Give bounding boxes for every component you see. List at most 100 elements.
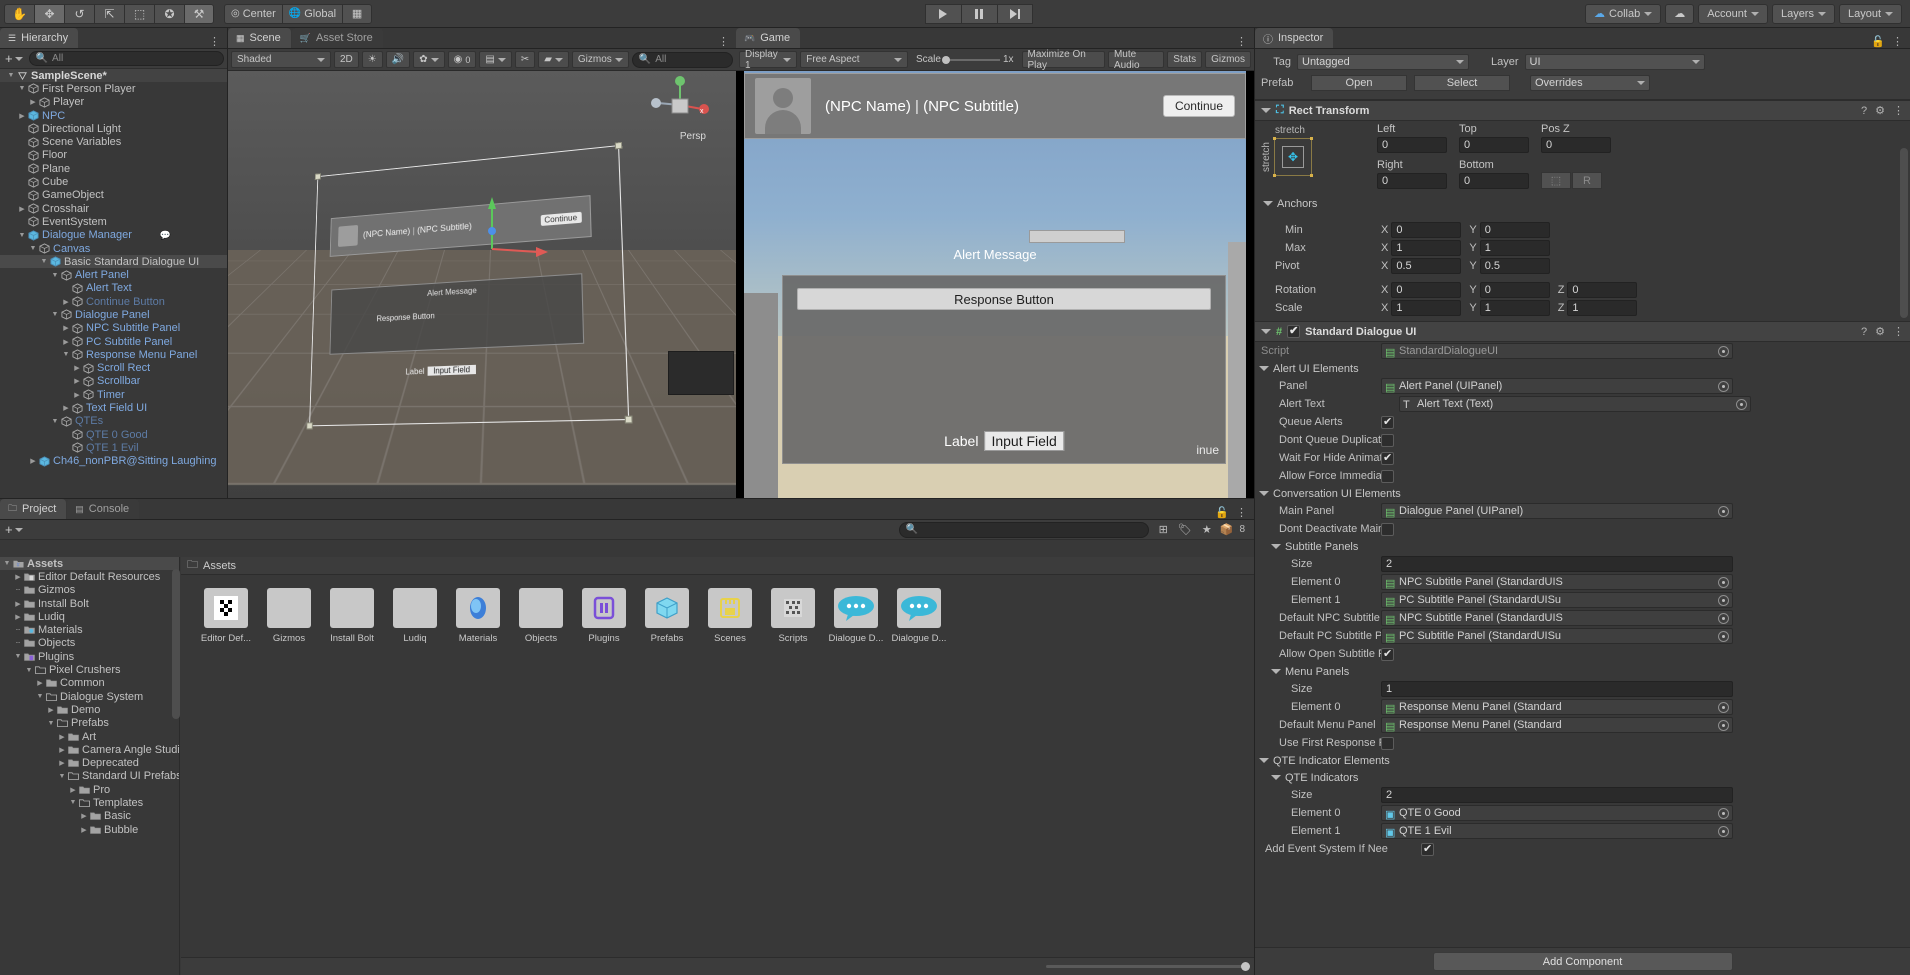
hierarchy-tree[interactable]: ▼ SampleScene* ▼ First Person Player ▶ Player… — [0, 69, 227, 498]
expand-arrow-icon[interactable]: ▼ — [50, 418, 60, 425]
expand-arrow-icon[interactable]: ▼ — [6, 72, 16, 79]
use-first-checkbox[interactable] — [1381, 736, 1394, 750]
lock-icon[interactable]: 🔓 — [1215, 506, 1229, 519]
scale-y[interactable]: 1 — [1479, 300, 1550, 316]
lock-icon[interactable]: 🔓 — [1871, 35, 1885, 48]
filter-by-label-icon[interactable]: 🏷 — [1178, 523, 1192, 536]
hierarchy-item-npc[interactable]: ▶ NPC — [0, 109, 227, 122]
hierarchy-item-dialogue-panel[interactable]: ▼ Dialogue Panel — [0, 308, 227, 321]
audio-toggle[interactable]: 🔊 — [385, 51, 411, 68]
hierarchy-item-cube[interactable]: Cube — [0, 175, 227, 188]
asset-item[interactable]: Objects — [510, 588, 572, 957]
move-gizmo[interactable] — [478, 189, 558, 269]
game-gizmos-button[interactable]: Gizmos — [1205, 51, 1251, 68]
kebab-menu-icon[interactable]: ⋮ — [1236, 35, 1247, 48]
tab-scene[interactable]: ▦ Scene — [228, 28, 291, 48]
project-tree-item-plugins[interactable]: ▼ Plugins — [0, 650, 179, 663]
project-tree-item-prefabs[interactable]: ▼ Prefabs — [0, 717, 179, 730]
tree-arrow-icon[interactable]: ▶ — [79, 826, 89, 834]
scene-viewport[interactable]: x Persp (NPC Name) | (NPC Subtitle) Cont… — [228, 71, 736, 498]
qte-indicator-elements-foldout[interactable]: QTE Indicator Elements — [1255, 752, 1910, 769]
anchor-min-x[interactable]: 0 — [1391, 222, 1462, 238]
hierarchy-item-directional-light[interactable]: Directional Light — [0, 122, 227, 135]
top-field[interactable]: 0 — [1459, 137, 1529, 153]
mute-audio-button[interactable]: Mute Audio — [1107, 49, 1165, 71]
add-component-button[interactable]: Add Component — [1432, 952, 1733, 971]
hierarchy-item-scroll-rect[interactable]: ▶ Scroll Rect — [0, 362, 227, 375]
asset-grid[interactable]: Editor Def... Gizmos Install Bolt Ludiq Mate… — [181, 576, 1254, 957]
create-asset-button[interactable]: + — [3, 522, 25, 537]
tree-arrow-icon[interactable]: ▼ — [2, 560, 12, 567]
kebab-menu-icon[interactable]: ⋮ — [1236, 506, 1247, 519]
tab-asset-store[interactable]: 🛒 Asset Store — [291, 28, 383, 48]
help-icon[interactable]: ? — [1861, 326, 1867, 338]
project-tree-item-camera-angle-studio[interactable]: ▶ Camera Angle Studio — [0, 743, 179, 756]
qte-indicators-foldout[interactable]: QTE Indicators — [1255, 769, 1910, 786]
kebab-menu-icon[interactable]: ⋮ — [1892, 35, 1903, 48]
game-response-button[interactable]: Response Button — [797, 288, 1211, 310]
collapse-arrow-icon[interactable]: ▶ — [61, 404, 71, 412]
tab-game[interactable]: 🎮 Game — [736, 28, 801, 48]
custom-editor-tool-button[interactable]: ⚒ — [184, 3, 214, 24]
queue-alerts-checkbox[interactable] — [1381, 415, 1394, 429]
hierarchy-item-qte-1-evil[interactable]: QTE 1 Evil — [0, 441, 227, 454]
tree-arrow-icon[interactable]: ▼ — [57, 773, 67, 780]
hierarchy-item-crosshair[interactable]: ▶ Crosshair — [0, 202, 227, 215]
shading-mode-dropdown[interactable]: Shaded — [231, 51, 331, 68]
component-enabled-checkbox[interactable] — [1287, 324, 1301, 338]
hierarchy-item-plane[interactable]: Plane — [0, 162, 227, 175]
packages-icon[interactable]: 📦 — [1220, 523, 1234, 536]
tree-arrow-icon[interactable]: ┄ — [13, 586, 23, 594]
hierarchy-item-gameobject[interactable]: GameObject — [0, 189, 227, 202]
project-tree-item-common[interactable]: ▶ Common — [0, 677, 179, 690]
alert-panel-field[interactable]: ▤ Alert Panel (UIPanel) — [1381, 378, 1733, 394]
kebab-menu-icon[interactable]: ⋮ — [209, 35, 220, 48]
tag-dropdown[interactable]: Untagged — [1297, 54, 1469, 70]
hierarchy-item-continue-button[interactable]: ▶ Continue Button — [0, 295, 227, 308]
asset-item[interactable]: Prefabs — [636, 588, 698, 957]
hierarchy-item-qtes[interactable]: ▼ QTEs — [0, 415, 227, 428]
asset-item[interactable]: Scripts — [762, 588, 824, 957]
tree-arrow-icon[interactable]: ▶ — [13, 600, 23, 608]
project-tree-item-install-bolt[interactable]: ▶ Install Bolt — [0, 597, 179, 610]
collapse-arrow-icon[interactable]: ▶ — [61, 324, 71, 332]
standard-dialogue-ui-header[interactable]: # Standard Dialogue UI ? ⚙ ⋮ — [1255, 321, 1910, 342]
anchors-foldout[interactable]: Anchors — [1259, 195, 1317, 212]
tree-arrow-icon[interactable]: ▶ — [68, 786, 78, 794]
collapse-arrow-icon[interactable]: ▶ — [28, 98, 38, 106]
default-pc-field[interactable]: ▤ PC Subtitle Panel (StandardUISu — [1381, 628, 1733, 644]
gizmos-dropdown[interactable]: ▰ — [538, 51, 569, 68]
tab-console[interactable]: ▤ Console — [67, 499, 140, 519]
posz-field[interactable]: 0 — [1541, 137, 1611, 153]
anchor-min-y[interactable]: 0 — [1479, 222, 1550, 238]
tree-arrow-icon[interactable]: ▼ — [46, 720, 56, 727]
scale-z[interactable]: 1 — [1567, 300, 1638, 316]
tree-arrow-icon[interactable]: ▶ — [13, 613, 23, 621]
scene-axis-gizmo[interactable]: x — [648, 75, 712, 131]
create-object-button[interactable]: + — [3, 51, 25, 66]
project-tree-item-bubble[interactable]: ▶ Bubble — [0, 823, 179, 836]
project-tree-item-editor-default-resources[interactable]: ▶ Editor Default Resources — [0, 570, 179, 583]
expand-arrow-icon[interactable]: ▼ — [28, 245, 38, 252]
pivot-x[interactable]: 0.5 — [1391, 258, 1462, 274]
hierarchy-item-canvas[interactable]: ▼ Canvas — [0, 242, 227, 255]
menu-size-field[interactable]: 1 — [1381, 681, 1733, 697]
project-tree-item-standard-ui-prefabs[interactable]: ▼ Standard UI Prefabs — [0, 770, 179, 783]
kebab-menu-icon[interactable]: ⋮ — [1893, 104, 1904, 117]
layer-dropdown[interactable]: UI — [1524, 54, 1705, 70]
expand-arrow-icon[interactable]: ▼ — [50, 272, 60, 279]
rect-transform-header[interactable]: ⛶ Rect Transform ? ⚙ ⋮ — [1255, 100, 1910, 121]
expand-arrow-icon[interactable]: ▼ — [50, 311, 60, 318]
alert-ui-elements-foldout[interactable]: Alert UI Elements — [1255, 360, 1910, 377]
project-tree-item-pixel-crushers[interactable]: ▼ Pixel Crushers — [0, 663, 179, 676]
tree-arrow-icon[interactable]: ▼ — [13, 653, 23, 660]
asset-item[interactable]: Ludiq — [384, 588, 446, 957]
collapse-arrow-icon[interactable]: ▶ — [61, 298, 71, 306]
step-button[interactable] — [996, 3, 1033, 24]
game-continue-button-2[interactable]: inue — [1196, 443, 1219, 457]
project-tree-item-assets[interactable]: ▼ # Assets — [0, 557, 179, 571]
tree-arrow-icon[interactable]: ▶ — [57, 733, 67, 741]
default-npc-field[interactable]: ▤ NPC Subtitle Panel (StandardUIS — [1381, 610, 1733, 626]
tree-arrow-icon[interactable]: ▼ — [68, 799, 78, 806]
raw-edit-mode-button[interactable]: R — [1572, 172, 1602, 189]
